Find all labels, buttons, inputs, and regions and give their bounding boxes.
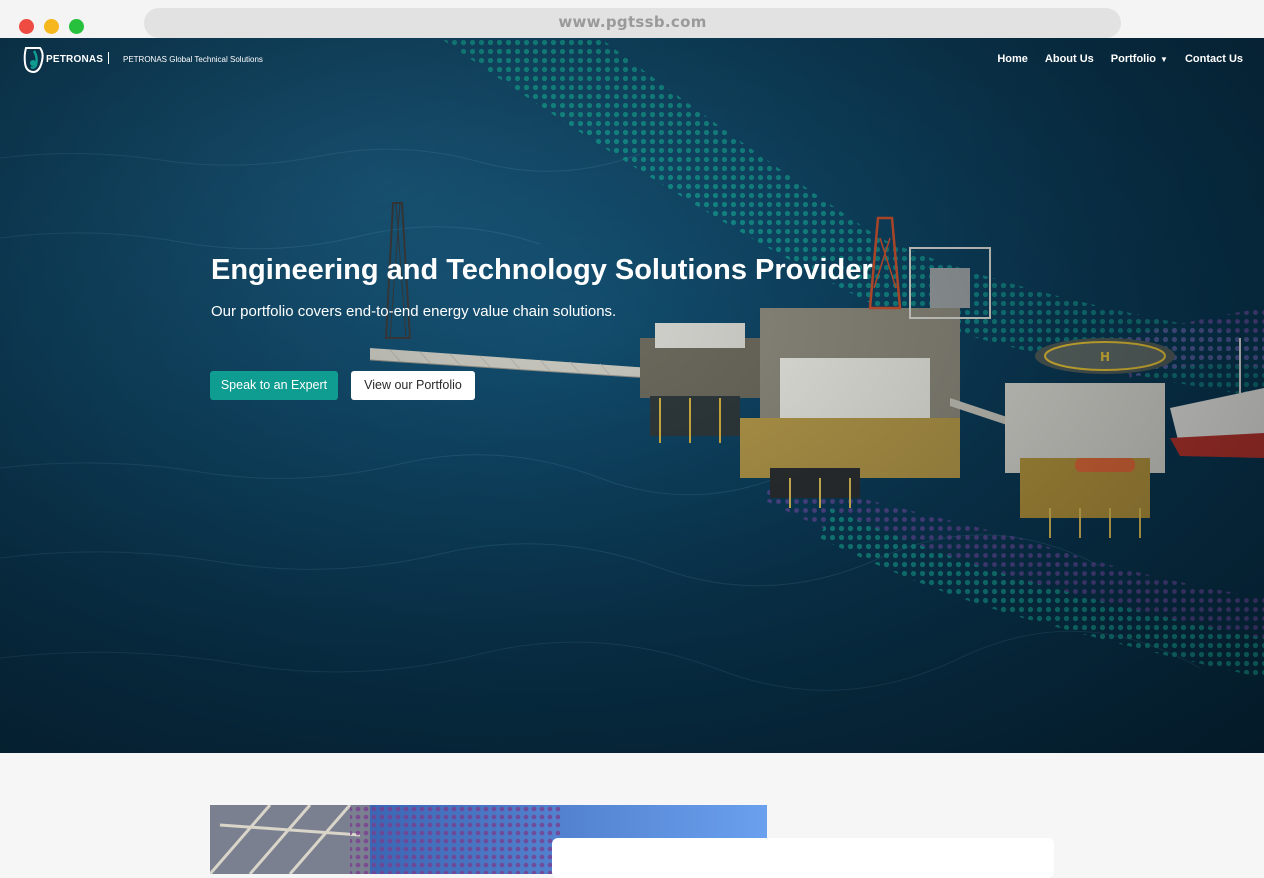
petronas-logo-icon[interactable] <box>22 45 46 75</box>
nav-portfolio-label: Portfolio <box>1110 53 1157 65</box>
brand-divider <box>108 52 109 64</box>
close-window-button[interactable] <box>19 19 34 34</box>
nav-home-label: Home <box>997 53 1028 65</box>
hero-background-image: H <box>0 38 1264 753</box>
top-nav: PETRONAS PETRONAS Global Technical Solut… <box>0 38 1264 83</box>
address-bar[interactable]: www.pgtssb.com <box>144 8 1121 38</box>
brand-name[interactable]: PETRONAS <box>46 54 103 65</box>
hero-title: Engineering and Technology Solutions Pro… <box>211 254 873 286</box>
browser-chrome: www.pgtssb.com <box>0 0 1264 38</box>
nav-portfolio[interactable]: Portfolio ▼ <box>1111 53 1168 65</box>
hero-section: H PETRONAS PETRONAS Global Technical Sol… <box>0 38 1264 753</box>
nav-contact-us[interactable]: Contact Us <box>1185 53 1243 65</box>
nav-contact-us-label: Contact Us <box>1184 53 1243 65</box>
nav-about-us-label: About Us <box>1044 53 1094 65</box>
minimize-window-button[interactable] <box>44 19 59 34</box>
brand-subtitle: PETRONAS Global Technical Solutions <box>123 55 263 64</box>
nav-links: Home About Us Portfolio ▼ Contact Us <box>980 53 1243 65</box>
maximize-window-button[interactable] <box>69 19 84 34</box>
nav-home[interactable]: Home <box>997 53 1028 65</box>
hero-subtitle: Our portfolio covers end-to-end energy v… <box>211 303 617 320</box>
nav-about-us[interactable]: About Us <box>1045 53 1094 65</box>
chevron-down-icon: ▼ <box>1160 54 1168 64</box>
content-card <box>552 838 1054 878</box>
view-portfolio-button[interactable]: View our Portfolio <box>351 371 475 400</box>
speak-to-expert-button[interactable]: Speak to an Expert <box>210 371 338 400</box>
